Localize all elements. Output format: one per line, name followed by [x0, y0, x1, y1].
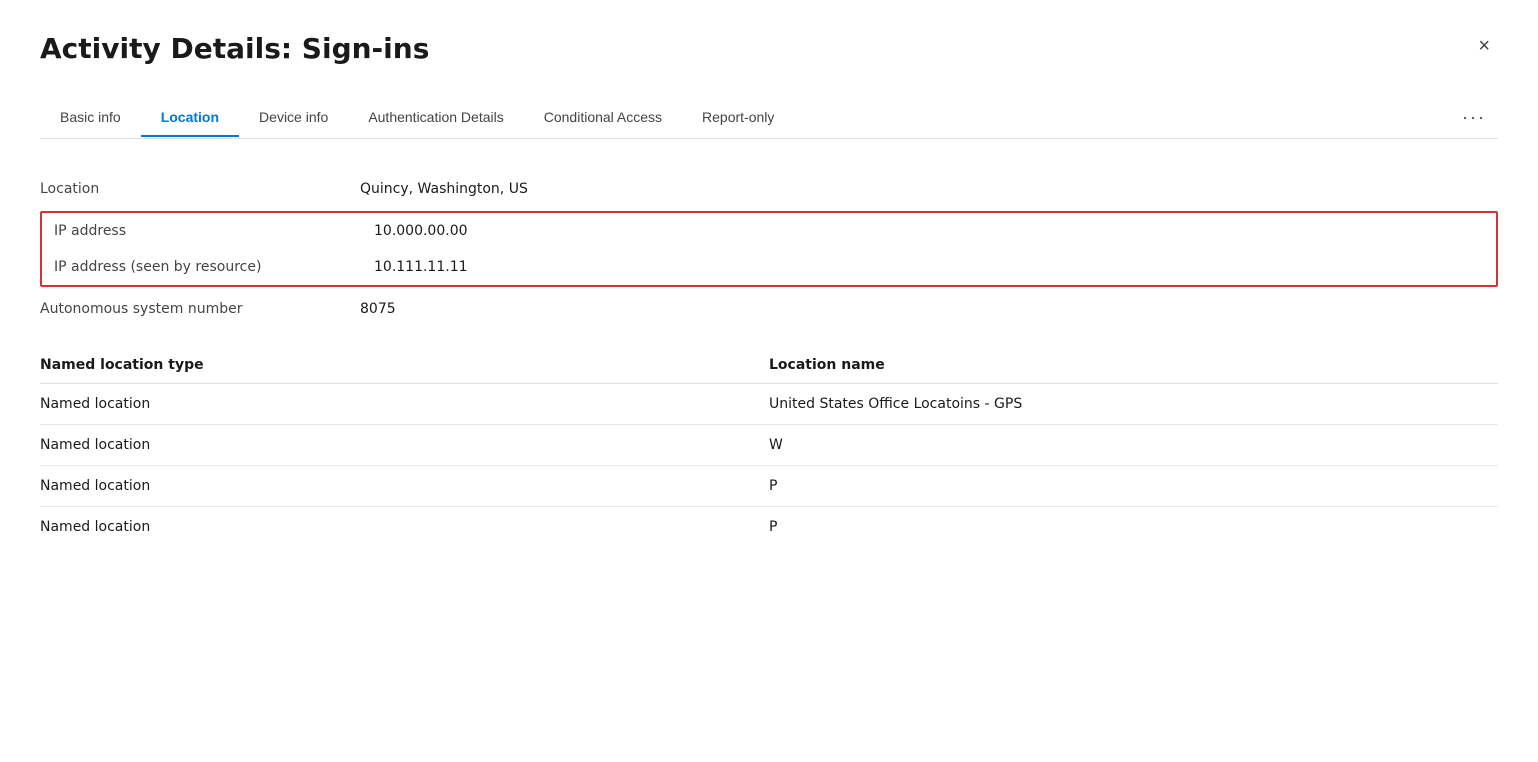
tab-report-only[interactable]: Report-only [682, 99, 794, 137]
named-location-type-2: Named location [40, 466, 769, 507]
tab-conditional-access[interactable]: Conditional Access [524, 99, 682, 137]
ip-address-resource-value: 10.111.11.11 [374, 259, 468, 275]
named-location-type-1: Named location [40, 425, 769, 466]
named-location-type-0: Named location [40, 384, 769, 425]
table-row: Named location P [40, 507, 1498, 548]
location-name-0: United States Office Locatoins - GPS [769, 384, 1498, 425]
location-label: Location [40, 181, 360, 197]
tab-authentication-details[interactable]: Authentication Details [348, 99, 523, 137]
tab-content: Location Quincy, Washington, US IP addre… [40, 163, 1498, 555]
ip-address-resource-row: IP address (seen by resource) 10.111.11.… [42, 249, 1496, 285]
ip-highlight-box: IP address 10.000.00.00 IP address (seen… [40, 211, 1498, 287]
tab-basic-info[interactable]: Basic info [40, 99, 141, 137]
named-location-table: Named location type Location name Named … [40, 347, 1498, 547]
tab-device-info[interactable]: Device info [239, 99, 348, 137]
location-value: Quincy, Washington, US [360, 181, 528, 197]
asn-row: Autonomous system number 8075 [40, 291, 1498, 327]
tabs-container: Basic info Location Device info Authenti… [40, 97, 1498, 139]
tab-location[interactable]: Location [141, 99, 239, 137]
table-row: Named location United States Office Loca… [40, 384, 1498, 425]
panel-header: Activity Details: Sign-ins × [40, 32, 1498, 65]
location-name-2: P [769, 466, 1498, 507]
asn-label: Autonomous system number [40, 301, 360, 317]
activity-details-panel: Activity Details: Sign-ins × Basic info … [0, 0, 1538, 762]
named-location-section: Named location type Location name Named … [40, 347, 1498, 547]
asn-value: 8075 [360, 301, 396, 317]
ip-address-value: 10.000.00.00 [374, 223, 468, 239]
location-name-1: W [769, 425, 1498, 466]
col-type-header: Named location type [40, 347, 769, 384]
panel-title: Activity Details: Sign-ins [40, 32, 429, 65]
location-name-3: P [769, 507, 1498, 548]
ip-address-row: IP address 10.000.00.00 [42, 213, 1496, 249]
ip-address-resource-label: IP address (seen by resource) [54, 259, 374, 275]
close-button[interactable]: × [1470, 32, 1498, 60]
table-row: Named location W [40, 425, 1498, 466]
table-header-row: Named location type Location name [40, 347, 1498, 384]
ip-address-label: IP address [54, 223, 374, 239]
col-name-header: Location name [769, 347, 1498, 384]
location-row: Location Quincy, Washington, US [40, 171, 1498, 207]
named-location-type-3: Named location [40, 507, 769, 548]
tabs-more-button[interactable]: ··· [1450, 97, 1498, 138]
table-row: Named location P [40, 466, 1498, 507]
